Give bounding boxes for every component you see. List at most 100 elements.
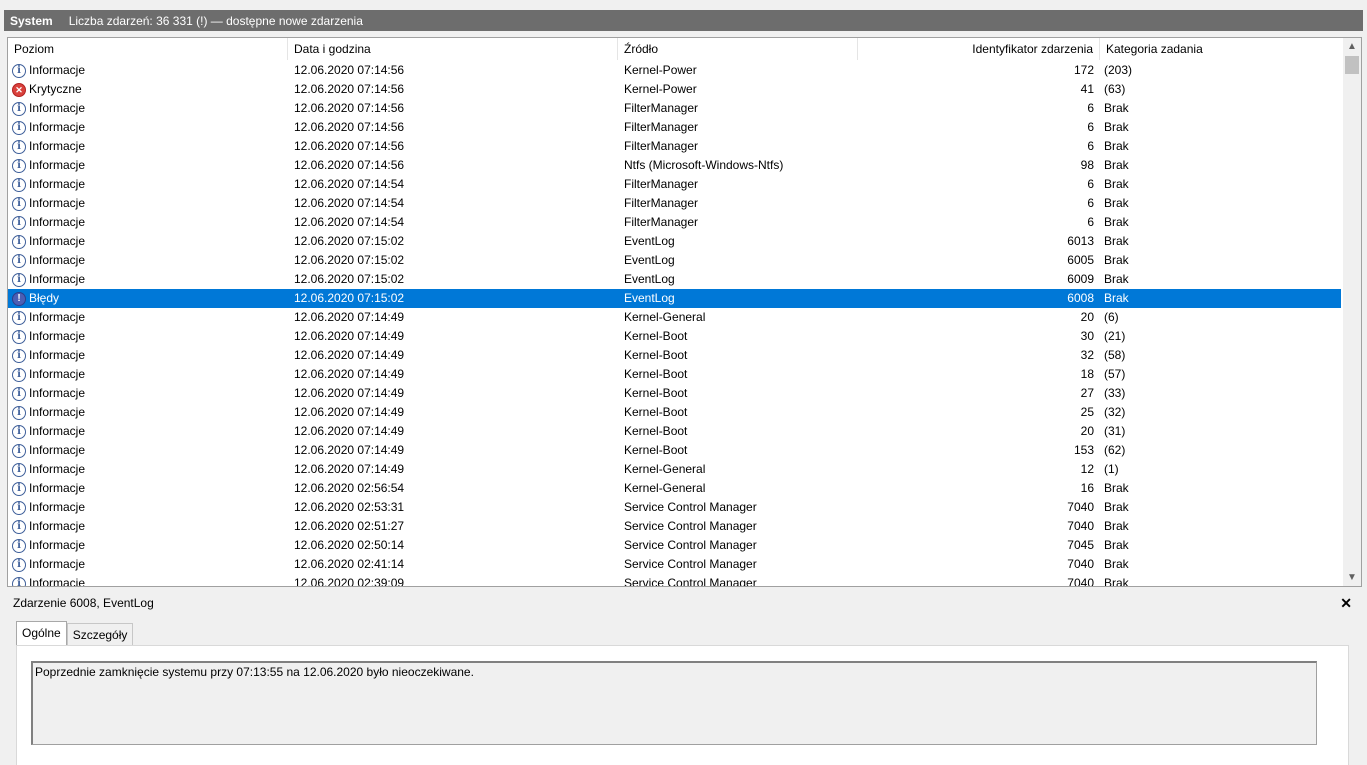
level-label: Informacje (29, 576, 86, 587)
cell-event-id: 6 (1087, 120, 1094, 134)
close-icon[interactable]: ✕ (1340, 595, 1352, 612)
info-icon: i (12, 424, 26, 439)
log-title: System (10, 13, 53, 28)
cell-source: Kernel-Boot (624, 424, 688, 438)
column-header-task-category[interactable]: Kategoria zadania (1100, 38, 1341, 60)
level-label: Informacje (29, 386, 86, 400)
table-row[interactable]: i Informacje 12.06.2020 07:14:56 FilterMana… (8, 118, 1341, 137)
log-header-bar: System Liczba zdarzeń: 36 331 (!) — dost… (4, 10, 1363, 31)
cell-task-category: (63) (1104, 82, 1126, 96)
column-header-source[interactable]: Źródło (618, 38, 858, 60)
column-header-level[interactable]: Poziom (8, 38, 288, 60)
table-row[interactable]: i Informacje 12.06.2020 02:50:14 Service Co… (8, 536, 1341, 555)
cell-level: i Informacje (12, 118, 282, 137)
tab-general[interactable]: Ogólne (16, 621, 67, 646)
info-icon: i (12, 253, 26, 268)
scroll-thumb[interactable] (1345, 56, 1359, 74)
cell-date: 12.06.2020 07:14:49 (294, 462, 405, 476)
table-row[interactable]: i Informacje 12.06.2020 07:14:56 Kernel-Pow… (8, 61, 1341, 80)
level-label: Informacje (29, 272, 86, 286)
cell-source: Service Control Manager (624, 538, 757, 552)
cell-date: 12.06.2020 07:14:49 (294, 443, 405, 457)
cell-event-id: 20 (1080, 310, 1094, 324)
table-row[interactable]: i Informacje 12.06.2020 02:51:27 Service Co… (8, 517, 1341, 536)
cell-date: 12.06.2020 07:15:02 (294, 234, 405, 248)
critical-icon: ✕ (12, 82, 26, 97)
table-row[interactable]: i Informacje 12.06.2020 07:14:49 Kernel-Gen… (8, 308, 1341, 327)
table-row[interactable]: i Informacje 12.06.2020 02:56:54 Kernel-Gen… (8, 479, 1341, 498)
table-row[interactable]: i Informacje 12.06.2020 07:14:54 FilterMana… (8, 213, 1341, 232)
cell-task-category: Brak (1104, 253, 1129, 267)
cell-event-id: 12 (1080, 462, 1094, 476)
cell-task-category: Brak (1104, 215, 1129, 229)
cell-level: i Informacje (12, 251, 282, 270)
cell-source: Kernel-Boot (624, 443, 688, 457)
table-row[interactable]: i Informacje 12.06.2020 07:14:56 FilterMana… (8, 137, 1341, 156)
table-row[interactable]: i Informacje 12.06.2020 07:14:49 Kernel-Boo… (8, 384, 1341, 403)
scroll-down-icon[interactable]: ▼ (1343, 569, 1361, 586)
level-label: Informacje (29, 139, 86, 153)
info-icon: i (12, 101, 26, 116)
events-grid[interactable]: Poziom Data i godzina Źródło Identyfikat… (7, 37, 1362, 587)
table-row[interactable]: i Informacje 12.06.2020 07:14:49 Kernel-Boo… (8, 403, 1341, 422)
info-icon: i (12, 158, 26, 173)
cell-level: i Informacje (12, 536, 282, 555)
info-icon: i (12, 177, 26, 192)
table-row[interactable]: i Informacje 12.06.2020 02:41:14 Service Co… (8, 555, 1341, 574)
cell-task-category: (1) (1104, 462, 1119, 476)
cell-task-category: Brak (1104, 158, 1129, 172)
cell-event-id: 6009 (1067, 272, 1094, 286)
table-row[interactable]: i Informacje 12.06.2020 07:14:54 FilterMana… (8, 194, 1341, 213)
vertical-scrollbar[interactable]: ▲ ▼ (1343, 38, 1361, 586)
table-row[interactable]: i Informacje 12.06.2020 07:14:49 Kernel-Boo… (8, 365, 1341, 384)
cell-task-category: (6) (1104, 310, 1119, 324)
cell-task-category: Brak (1104, 272, 1129, 286)
cell-source: Kernel-Boot (624, 329, 688, 343)
cell-source: Service Control Manager (624, 500, 757, 514)
cell-level: i Informacje (12, 232, 282, 251)
table-row[interactable]: i Informacje 12.06.2020 07:14:49 Kernel-Gen… (8, 460, 1341, 479)
tab-panel-general: Poprzednie zamknięcie systemu przy 07:13… (16, 645, 1349, 765)
table-row[interactable]: i Informacje 12.06.2020 07:14:49 Kernel-Boo… (8, 441, 1341, 460)
cell-level: i Informacje (12, 422, 282, 441)
info-icon: i (12, 120, 26, 135)
info-icon: i (12, 576, 26, 586)
table-row[interactable]: i Informacje 12.06.2020 07:14:49 Kernel-Boo… (8, 422, 1341, 441)
detail-title: Zdarzenie 6008, EventLog (13, 596, 154, 610)
table-row[interactable]: i Informacje 12.06.2020 07:14:56 Ntfs (Micr… (8, 156, 1341, 175)
info-icon: i (12, 234, 26, 249)
level-label: Informacje (29, 310, 86, 324)
table-row[interactable]: i Informacje 12.06.2020 07:15:02 EventLog 60… (8, 251, 1341, 270)
cell-level: ✕ Krytyczne (12, 80, 282, 99)
cell-event-id: 153 (1073, 443, 1094, 457)
level-label: Informacje (29, 557, 86, 571)
column-header-date[interactable]: Data i godzina (288, 38, 618, 60)
table-row[interactable]: i Informacje 12.06.2020 02:53:31 Service Co… (8, 498, 1341, 517)
info-icon: i (12, 215, 26, 230)
cell-date: 12.06.2020 07:15:02 (294, 291, 405, 305)
table-row[interactable]: i Informacje 12.06.2020 07:14:49 Kernel-Boo… (8, 346, 1341, 365)
table-row[interactable]: i Informacje 12.06.2020 07:14:54 FilterMana… (8, 175, 1341, 194)
column-header-event-id[interactable]: Identyfikator zdarzenia (858, 38, 1100, 60)
table-row[interactable]: i Informacje 12.06.2020 07:14:49 Kernel-Boo… (8, 327, 1341, 346)
level-label: Informacje (29, 253, 86, 267)
table-row[interactable]: i Informacje 12.06.2020 07:14:56 FilterMana… (8, 99, 1341, 118)
cell-task-category: (33) (1104, 386, 1126, 400)
cell-level: i Informacje (12, 555, 282, 574)
cell-date: 12.06.2020 07:15:02 (294, 253, 405, 267)
table-row[interactable]: ✕ Krytyczne 12.06.2020 07:14:56 Kernel-Powe… (8, 80, 1341, 99)
table-row[interactable]: i Informacje 12.06.2020 07:15:02 EventLog 60… (8, 270, 1341, 289)
table-row[interactable]: i Informacje 12.06.2020 07:15:02 EventLog 60… (8, 232, 1341, 251)
cell-source: Kernel-General (624, 481, 706, 495)
cell-level: ! Błędy (12, 289, 282, 308)
tab-details[interactable]: Szczegóły (66, 623, 134, 646)
cell-source: FilterManager (624, 139, 699, 153)
table-row[interactable]: i Informacje 12.06.2020 02:39:09 Service Co… (8, 574, 1341, 587)
event-description: Poprzednie zamknięcie systemu przy 07:13… (31, 661, 1317, 745)
cell-source: Service Control Manager (624, 519, 757, 533)
level-label: Informacje (29, 519, 86, 533)
level-label: Informacje (29, 538, 86, 552)
scroll-up-icon[interactable]: ▲ (1343, 38, 1361, 55)
table-row[interactable]: ! Błędy 12.06.2020 07:15:02 EventLog 6008 Bra… (8, 289, 1341, 308)
cell-date: 12.06.2020 02:51:27 (294, 519, 405, 533)
